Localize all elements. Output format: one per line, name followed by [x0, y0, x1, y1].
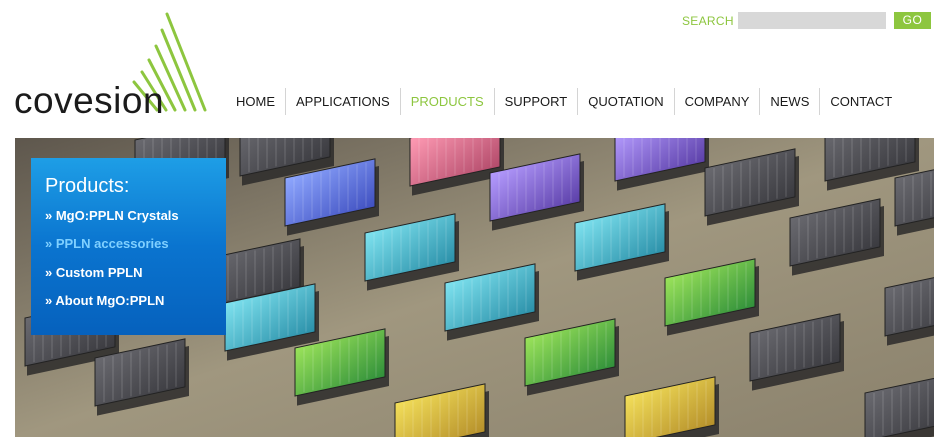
main-nav: HOME APPLICATIONS PRODUCTS SUPPORT QUOTA…	[226, 88, 902, 115]
covesion-logo[interactable]: covesion	[12, 10, 212, 121]
nav-item-contact[interactable]: CONTACT	[819, 88, 902, 115]
link-ppln-accessories[interactable]: » PPLN accessories	[45, 236, 169, 251]
link-custom-ppln[interactable]: » Custom PPLN	[45, 265, 143, 280]
nav-item-company[interactable]: COMPANY	[673, 88, 760, 115]
link-mgo-ppln-crystals[interactable]: » MgO:PPLN Crystals	[45, 208, 179, 223]
link-about-mgo-ppln[interactable]: » About MgO:PPLN	[45, 293, 164, 308]
search-input[interactable]	[738, 12, 886, 29]
nav-item-home[interactable]: HOME	[226, 88, 285, 115]
nav-item-quotation[interactable]: QUOTATION	[577, 88, 673, 115]
nav-item-support[interactable]: SUPPORT	[493, 88, 578, 115]
products-panel-title: Products:	[45, 175, 130, 197]
products-panel: Products: » MgO:PPLN Crystals » PPLN acc…	[31, 158, 226, 335]
search-label: SEARCH	[682, 14, 734, 28]
logo-text: covesion	[14, 80, 165, 121]
nav-item-news[interactable]: NEWS	[759, 88, 819, 115]
search-go-button[interactable]: GO	[894, 12, 931, 29]
nav-item-applications[interactable]: APPLICATIONS	[285, 88, 400, 115]
nav-item-products[interactable]: PRODUCTS	[399, 88, 494, 115]
